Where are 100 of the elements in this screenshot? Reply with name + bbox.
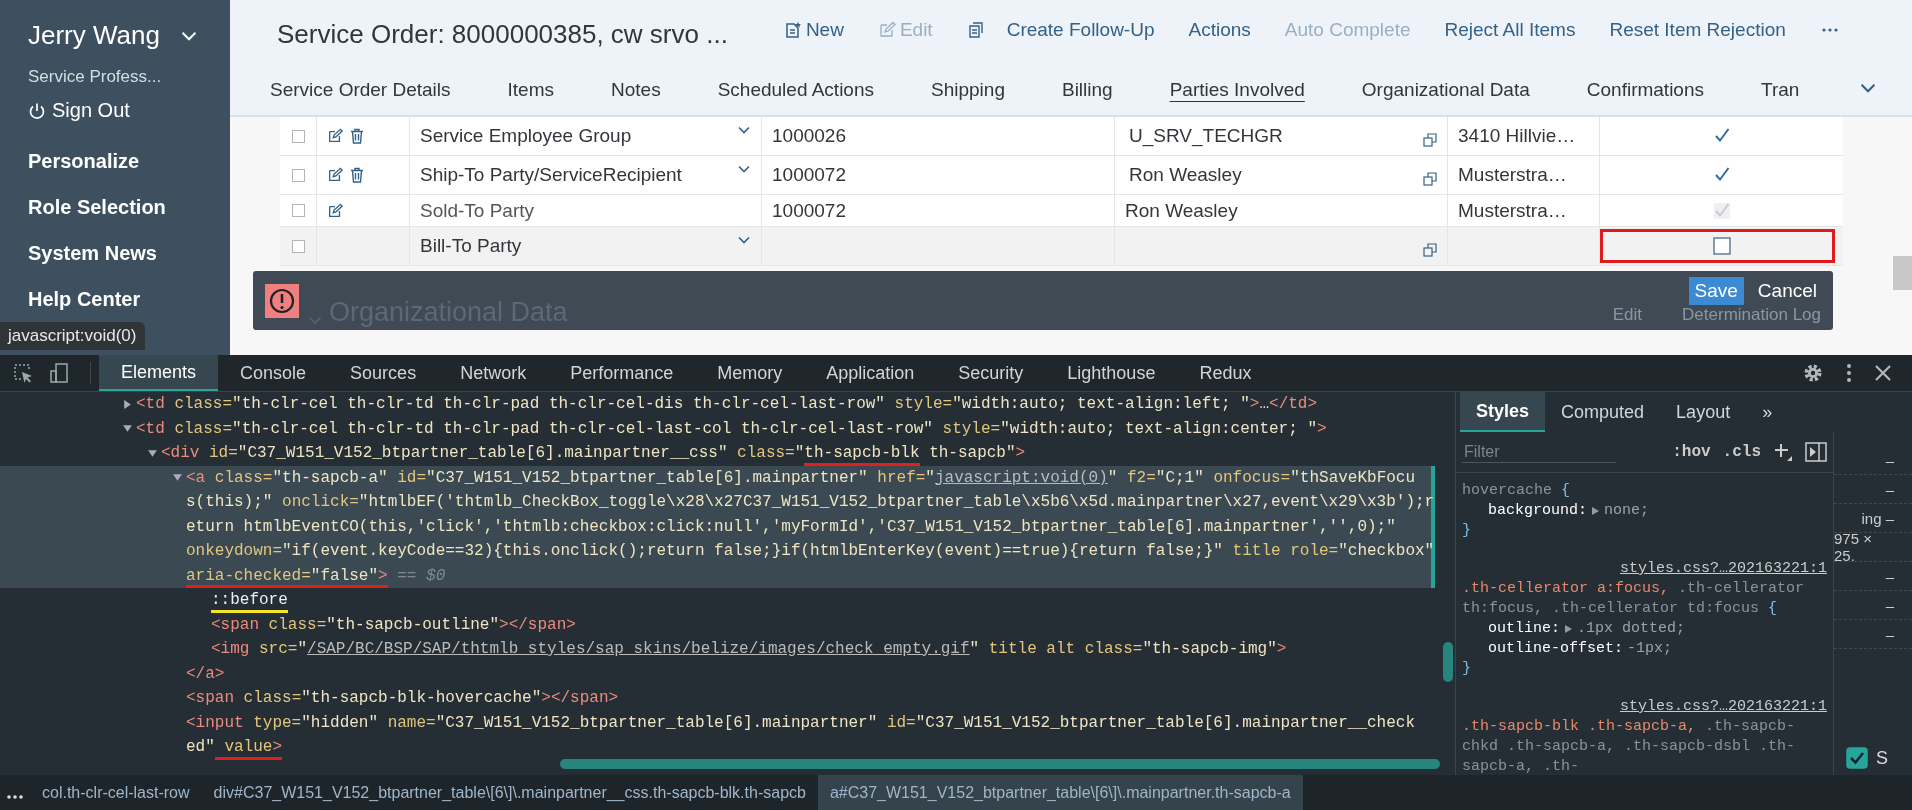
devtools-tab[interactable]: Redux <box>1177 355 1274 391</box>
devtools-tab[interactable]: Security <box>936 355 1046 391</box>
table-cell: 1000026 <box>772 125 846 147</box>
styles-tab[interactable]: Styles <box>1460 392 1546 432</box>
power-icon <box>28 101 46 120</box>
cancel-button[interactable]: Cancel <box>1753 276 1821 305</box>
table-row[interactable]: Bill-To Party <box>280 227 1843 266</box>
code-line: <td class="th-clr-cel th-clr-td th-clr-pad th-clr-cel-dis th-clr-cel-last-row" style="width:auto; text-align:left; ">…</td> <box>136 394 1318 415</box>
devtools-tab[interactable]: Network <box>438 355 549 391</box>
pencil-icon[interactable] <box>327 167 343 183</box>
scrollbar-thumb[interactable] <box>560 759 1440 769</box>
tab[interactable]: Service Order Details <box>270 79 451 101</box>
devtools-tab[interactable]: Elements <box>99 355 219 391</box>
source-link[interactable]: styles.css?…202163221:1 <box>1619 559 1827 579</box>
code-line: <span class="th-sapcb-blk-hovercache"></span> <box>186 688 619 709</box>
checkbox[interactable] <box>1712 201 1731 220</box>
open-link-icon[interactable] <box>1423 133 1437 147</box>
row-checkbox[interactable] <box>291 129 305 143</box>
class-button[interactable]: .cls <box>1722 443 1761 461</box>
styles-tab[interactable]: » <box>1746 392 1789 432</box>
toolbar-button[interactable]: Reject All Items <box>1444 19 1576 41</box>
table-cell: Service Employee Group <box>420 125 632 147</box>
devtools-tab[interactable]: Lighthouse <box>1045 355 1178 391</box>
close-icon[interactable] <box>1874 364 1892 382</box>
sidebar-link[interactable]: Role Selection <box>28 196 230 219</box>
closing-brace: } <box>1462 660 1471 677</box>
code-line: ed" value> <box>186 737 283 758</box>
styles-tab[interactable]: Computed <box>1545 392 1661 432</box>
devtools-tab[interactable]: Sources <box>328 355 439 391</box>
devtools-tab[interactable]: Application <box>804 355 937 391</box>
toolbar-button[interactable]: Actions <box>1188 19 1251 41</box>
tab[interactable]: Items <box>507 79 554 101</box>
selected-node-highlight[interactable] <box>0 465 1435 588</box>
table-row[interactable]: Service Employee Group 1000026 U_SRV_TECHGR 3410 Hillvie… <box>280 117 1843 156</box>
more-options-icon[interactable] <box>1846 363 1852 383</box>
table-cell: Sold-To Party <box>420 199 535 222</box>
plus-icon[interactable] <box>1773 442 1793 462</box>
code-line: onkeydown="if(event.keyCode==32){this.onclick();return false;}if(htmlbEnterKey(event)==true){return false;}" title role="checkbox" <box>186 541 1435 562</box>
breadcrumb[interactable]: a#C37_W151_V152_btpartner_table\[6\]\.mainpartner.th-sapcb-a <box>817 775 1303 810</box>
tab[interactable]: Scheduled Actions <box>717 79 874 101</box>
box-model-value: – <box>1885 480 1894 498</box>
pencil-icon[interactable] <box>327 202 343 219</box>
devtools-tab[interactable]: Console <box>218 355 329 391</box>
toolbar-button[interactable]: Create Follow-Up <box>966 19 1155 41</box>
pencil-icon[interactable] <box>327 128 343 144</box>
expanded-triangle-icon[interactable] <box>171 472 183 484</box>
expanded-triangle-icon[interactable] <box>146 447 158 459</box>
filter-field[interactable]: Filter <box>1462 441 1616 463</box>
row-checkbox[interactable] <box>291 204 305 217</box>
new-document-icon <box>783 21 802 39</box>
tab[interactable]: Tran <box>1761 79 1800 101</box>
trash-icon[interactable] <box>349 128 365 144</box>
table-row[interactable]: Ship-To Party/ServiceRecipient 1000072 Ron Weasley Musterstra… <box>280 156 1843 195</box>
tab[interactable]: Parties Involved <box>1169 79 1305 101</box>
expanded-triangle-icon[interactable] <box>121 423 133 435</box>
checkbox[interactable] <box>1846 747 1868 769</box>
toolbar-button[interactable]: New <box>783 19 844 41</box>
table-cell: 3410 Hillvie… <box>1458 125 1576 147</box>
checkbox[interactable] <box>1712 237 1731 255</box>
sign-out-link[interactable]: Sign Out <box>28 99 130 122</box>
styles-tab[interactable]: Layout <box>1660 392 1747 432</box>
tab[interactable]: Notes <box>611 79 661 101</box>
scrollbar-thumb[interactable] <box>1893 256 1912 290</box>
open-link-icon[interactable] <box>1423 243 1437 257</box>
expand-triangle-icon[interactable] <box>1591 506 1601 516</box>
code-line: <a class="th-sapcb-a" id="C37_W151_V152_btpartner_table[6].mainpartner" href="javascript:void(0)" f2="C;1" onfocus="thSaveKbFocu <box>186 467 1416 489</box>
collapsed-triangle-icon[interactable] <box>121 398 133 410</box>
copy-icon <box>966 21 985 39</box>
sidebar-link[interactable]: Help Center <box>28 288 230 311</box>
tab[interactable]: Billing <box>1061 79 1113 101</box>
toolbar-button[interactable]: Reset Item Rejection <box>1609 19 1786 41</box>
sidebar-toggle-icon[interactable] <box>1805 442 1827 462</box>
box-model-value: – <box>1885 567 1894 585</box>
source-link[interactable]: styles.css?…202163221:1 <box>1619 697 1827 717</box>
row-checkbox[interactable] <box>291 168 305 182</box>
sidebar-link[interactable]: System News <box>28 242 230 265</box>
tab[interactable]: Shipping <box>931 79 1005 101</box>
sidebar-link[interactable]: Personalize <box>28 150 230 173</box>
scrollbar-thumb[interactable] <box>1443 642 1453 682</box>
settings-icon[interactable] <box>1802 362 1824 384</box>
row-checkbox[interactable] <box>291 239 305 253</box>
devtools-tab[interactable]: Performance <box>548 355 696 391</box>
inspect-icon[interactable] <box>12 362 34 384</box>
save-button[interactable]: Save <box>1688 276 1744 305</box>
breadcrumb[interactable]: col.th-clr-cel-last-row <box>30 775 202 810</box>
table-cell: Ron Weasley <box>1125 199 1238 222</box>
device-icon[interactable] <box>48 362 70 384</box>
checkbox-label: S <box>1876 747 1888 769</box>
trash-icon[interactable] <box>349 167 365 183</box>
code-line: <td class="th-clr-cel th-clr-td th-clr-pad th-clr-cel-last-col th-clr-cel-last-row" style="width:auto; text-align:center; "> <box>136 418 1327 440</box>
expand-triangle-icon[interactable] <box>1564 624 1573 634</box>
css-value: -1px; <box>1627 639 1673 659</box>
tab[interactable]: Confirmations <box>1586 79 1704 101</box>
code-line: <span class="th-sapcb-outline"></span> <box>211 614 576 636</box>
hover-state-button[interactable]: :hov <box>1672 443 1711 461</box>
tab[interactable]: Organizational Data <box>1361 79 1530 101</box>
devtools-tab[interactable]: Memory <box>695 355 805 391</box>
breadcrumb[interactable]: div#C37_W151_V152_btpartner_table\[6\]\.mainpartner__css.th-sapcb-blk.th-sapcb <box>201 775 818 810</box>
open-link-icon[interactable] <box>1423 172 1437 186</box>
link-tooltip: javascript:void(0) <box>0 322 145 350</box>
